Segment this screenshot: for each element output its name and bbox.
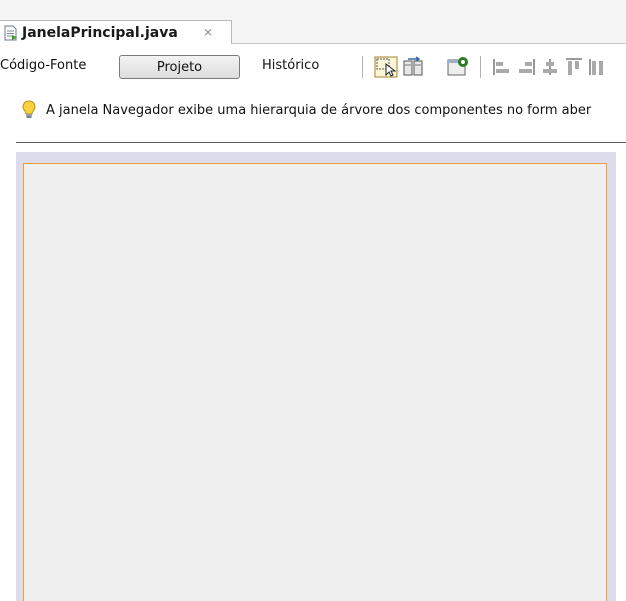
lightbulb-icon	[22, 100, 36, 118]
source-view-button[interactable]: Código-Fonte	[0, 58, 86, 73]
hint-bar: A janela Navegador exibe uma hierarquia …	[0, 82, 626, 142]
editor-tab-strip: JanelaPrincipal.java ⨯	[0, 0, 626, 44]
canvas-edge	[616, 152, 626, 601]
jframe-form-area[interactable]	[23, 163, 607, 601]
history-view-button[interactable]: Histórico	[262, 58, 319, 73]
editor-toolbar: Código-Fonte Projeto Histórico	[0, 44, 626, 82]
design-canvas	[16, 152, 626, 601]
align-bottom-icon[interactable]	[588, 56, 608, 78]
hint-text: A janela Navegador exibe uma hierarquia …	[46, 103, 592, 118]
toolbar-separator-2	[480, 56, 481, 78]
align-left-icon[interactable]	[492, 56, 512, 78]
tab-janela-principal[interactable]: JanelaPrincipal.java ⨯	[0, 20, 232, 44]
design-view-label: Projeto	[156, 59, 203, 75]
connection-mode-icon[interactable]	[402, 56, 424, 78]
tab-title: JanelaPrincipal.java	[22, 24, 178, 41]
java-file-icon	[4, 25, 17, 40]
center-horizontal-icon[interactable]	[540, 56, 560, 78]
align-right-icon[interactable]	[516, 56, 536, 78]
design-view-button[interactable]: Projeto	[119, 55, 240, 79]
align-top-icon[interactable]	[564, 56, 584, 78]
toolbar-separator	[362, 56, 363, 78]
hint-divider	[16, 142, 626, 143]
close-tab-icon[interactable]: ⨯	[203, 25, 213, 39]
selection-mode-icon[interactable]	[374, 56, 398, 78]
preview-design-icon[interactable]	[446, 56, 470, 78]
